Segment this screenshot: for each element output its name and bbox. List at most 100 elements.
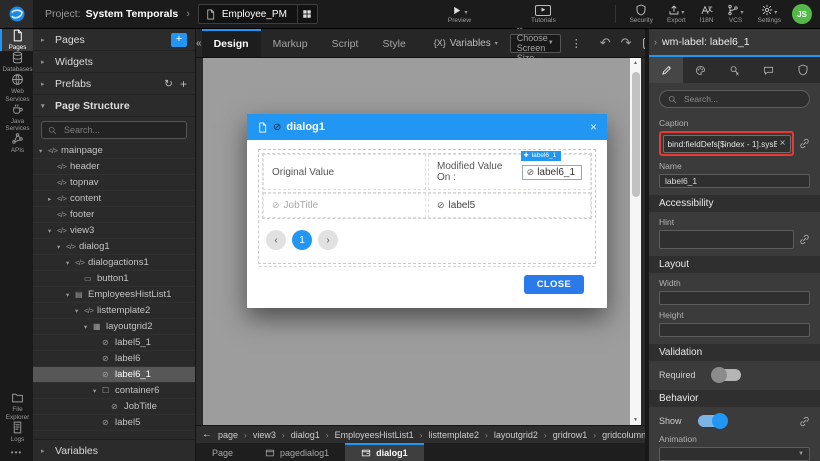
employees-hist-list-widget[interactable]: Original Value Modified Value On : ✚labe… <box>258 149 596 264</box>
add-page-button[interactable]: + <box>171 33 187 47</box>
tree-item-content[interactable]: ▸ </> content <box>33 191 195 207</box>
canvas-tab-script[interactable]: Script <box>320 29 371 57</box>
props-tab-security[interactable] <box>786 57 820 83</box>
canvas-tab-design[interactable]: Design <box>202 29 261 57</box>
modified-value-cell[interactable]: Modified Value On : ✚label6_1 ⊘label6_1 <box>428 154 591 190</box>
breadcrumb-item-view3[interactable]: view3 <box>253 430 276 440</box>
expand-open-icon[interactable]: ▾ <box>75 307 84 315</box>
rail-item-pages[interactable]: Pages <box>0 29 33 51</box>
jobtitle-cell[interactable]: ⊘ JobTitle <box>263 193 426 218</box>
bind-link-icon[interactable] <box>799 138 810 149</box>
properties-search-input[interactable] <box>682 93 801 105</box>
section-variables[interactable]: ▸ Variables <box>33 439 195 461</box>
topbar-action-security[interactable]: Security <box>622 0 659 28</box>
tree-item-listtemplate2[interactable]: ▾ </> listtemplate2 <box>33 303 195 319</box>
expand-open-icon[interactable]: ▾ <box>39 147 48 155</box>
selected-label6_1-widget[interactable]: ✚label6_1 ⊘label6_1 <box>522 165 582 180</box>
expand-open-icon[interactable]: ▾ <box>93 387 102 395</box>
expand-open-icon[interactable]: ▾ <box>84 323 93 331</box>
tree-item-jobtitle[interactable]: ⊘ JobTitle <box>33 399 195 415</box>
breadcrumb-item-layoutgrid2[interactable]: layoutgrid2 <box>494 430 538 440</box>
topbar-action-export[interactable]: ▾ Export <box>660 0 693 28</box>
bind-link-icon[interactable] <box>799 234 810 245</box>
expand-open-icon[interactable]: ▾ <box>57 243 66 251</box>
bind-link-icon[interactable] <box>799 416 810 427</box>
design-canvas[interactable]: ⊘ dialog1 × Original Value <box>196 58 645 425</box>
show-toggle[interactable] <box>698 415 727 427</box>
scroll-up-icon[interactable]: ▲ <box>630 60 641 66</box>
topbar-action-vcs[interactable]: ▾ VCS <box>720 0 750 28</box>
redo-icon[interactable]: ↷ <box>621 35 632 51</box>
variables-dropdown[interactable]: {X} Variables ▾ <box>434 38 498 49</box>
preview-button[interactable]: ▾ Preview <box>438 0 481 28</box>
props-tab-styles[interactable] <box>683 57 717 83</box>
props-tab-conversation[interactable] <box>752 57 786 83</box>
refresh-icon[interactable]: ↻ <box>164 78 173 90</box>
section-page-structure[interactable]: ▾ Page Structure <box>33 95 195 117</box>
tree-item-mainpage[interactable]: ▾ </> mainpage <box>33 143 195 159</box>
section-pages[interactable]: ▸ Pages + <box>33 29 195 51</box>
section-widgets[interactable]: ▸ Widgets <box>33 51 195 73</box>
rail-item-apis[interactable]: APIs <box>0 132 33 154</box>
structure-search[interactable] <box>41 121 187 139</box>
screen-size-select[interactable]: -- Choose Screen Size -- ▼ <box>510 34 561 53</box>
tree-item-container6[interactable]: ▾ ☐ container6 <box>33 383 195 399</box>
clear-icon[interactable]: × <box>780 138 786 149</box>
tree-item-label5[interactable]: ⊘ label5 <box>33 415 195 431</box>
original-value-cell[interactable]: Original Value <box>263 154 426 190</box>
rail-overflow-button[interactable]: ••• <box>0 443 33 461</box>
label5-cell[interactable]: ⊘ label5 <box>428 193 591 218</box>
canvas-tab-markup[interactable]: Markup <box>261 29 320 57</box>
tree-item-employeeshistlist1[interactable]: ▾ ▤ EmployeesHistList1 <box>33 287 195 303</box>
tree-item-topnav[interactable]: </> topnav <box>33 175 195 191</box>
tree-item-dialog1[interactable]: ▾ </> dialog1 <box>33 239 195 255</box>
properties-search[interactable] <box>659 90 810 108</box>
breadcrumb-item-listtemplate2[interactable]: listtemplate2 <box>428 430 479 440</box>
expand-open-icon[interactable]: ▾ <box>66 291 75 299</box>
topbar-action-settings[interactable]: ▾ Settings <box>751 0 789 28</box>
breadcrumb-item-gridrow1[interactable]: gridrow1 <box>553 430 588 440</box>
props-tab-inspect[interactable] <box>717 57 751 83</box>
section-prefabs[interactable]: ▸ Prefabs ↻ + <box>33 73 195 95</box>
scroll-down-icon[interactable]: ▼ <box>630 417 641 423</box>
tree-item-label6-1[interactable]: ⊘ label6_1 <box>33 367 195 383</box>
breadcrumb-item-page[interactable]: page <box>218 430 238 440</box>
structure-search-input[interactable] <box>62 124 180 136</box>
expand-open-icon[interactable]: ▾ <box>48 227 57 235</box>
height-field[interactable] <box>659 323 810 337</box>
tree-item-dialogactions1[interactable]: ▾ </> dialogactions1 <box>33 255 195 271</box>
rail-item-java-services[interactable]: Java Services <box>0 103 33 132</box>
bottom-tab-pagedialog1[interactable]: pagedialog1 <box>249 443 345 461</box>
collapse-props-icon[interactable]: › <box>654 37 657 47</box>
pagination-next-button[interactable]: › <box>318 230 338 250</box>
rail-item-web-services[interactable]: Web Services <box>0 73 33 102</box>
dialog1-widget[interactable]: ⊘ dialog1 × Original Value <box>247 114 607 308</box>
tree-item-label5-1[interactable]: ⊘ label5_1 <box>33 335 195 351</box>
pagination-prev-button[interactable]: ‹ <box>266 230 286 250</box>
name-field[interactable] <box>659 174 810 188</box>
required-toggle[interactable] <box>712 369 741 381</box>
rail-item-databases[interactable]: Databases <box>0 51 33 73</box>
caption-field[interactable]: bind:fieldDefs[$index - 1].sysBegin | to… <box>663 135 791 153</box>
expand-open-icon[interactable]: ▾ <box>66 259 75 267</box>
tree-item-layoutgrid2[interactable]: ▾ ▦ layoutgrid2 <box>33 319 195 335</box>
canvas-tab-style[interactable]: Style <box>370 29 417 57</box>
hint-field[interactable] <box>659 230 794 249</box>
tree-item-footer[interactable]: </> footer <box>33 207 195 223</box>
breadcrumb-item-gridcolumn2[interactable]: gridcolumn2 <box>602 430 645 440</box>
breadcrumb-item-dialog1[interactable]: dialog1 <box>291 430 320 440</box>
pagination-page-1[interactable]: 1 <box>292 230 312 250</box>
breadcrumb-item-employeeshistlist1[interactable]: EmployeesHistList1 <box>335 430 414 440</box>
expand-closed-icon[interactable]: ▸ <box>48 195 57 203</box>
pages-grid-icon[interactable] <box>297 5 317 23</box>
props-tab-properties[interactable] <box>649 57 683 83</box>
close-icon[interactable]: × <box>590 120 597 134</box>
tree-item-label6[interactable]: ⊘ label6 <box>33 351 195 367</box>
rail-item-logs[interactable]: Logs <box>0 421 33 443</box>
tree-item-header[interactable]: </> header <box>33 159 195 175</box>
bottom-tab-dialog1[interactable]: dialog1 <box>345 443 424 461</box>
wavemaker-logo[interactable] <box>0 0 33 28</box>
breadcrumb-back-icon[interactable]: ← <box>202 429 212 440</box>
more-options-icon[interactable]: ⋮ <box>571 37 582 50</box>
topbar-action-i18n[interactable]: I18N <box>693 0 721 28</box>
